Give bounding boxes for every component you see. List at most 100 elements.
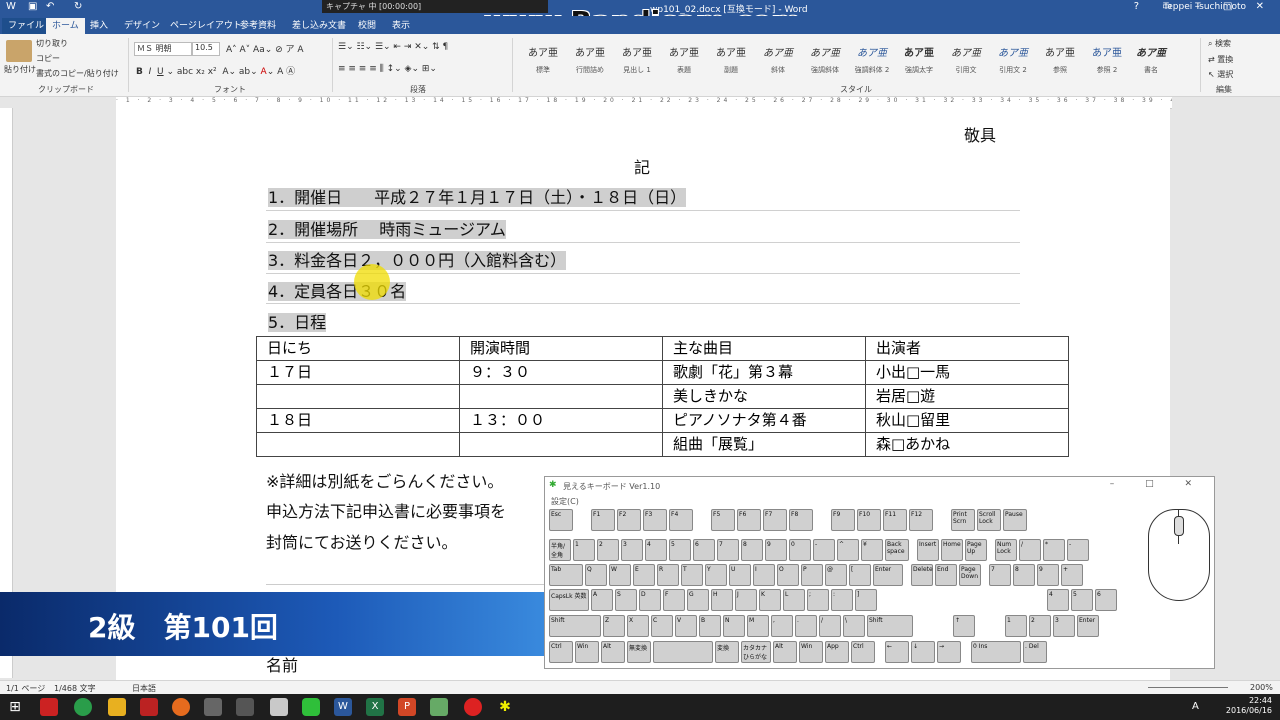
table-cell[interactable]: 森□あかね <box>865 432 1069 457</box>
keyboard-key[interactable]: / <box>819 615 841 637</box>
keyboard-menu[interactable]: 設定(C) <box>551 496 579 507</box>
powerpoint-icon[interactable]: P <box>398 698 416 716</box>
folder-icon[interactable] <box>108 698 126 716</box>
keyboard-key[interactable]: Alt <box>773 641 797 663</box>
word-app-icon[interactable]: W <box>6 1 16 12</box>
table-cell[interactable]: １７日 <box>256 360 460 385</box>
keyboard-key[interactable]: 2 <box>1029 615 1051 637</box>
keyboard-key[interactable]: O <box>777 564 799 586</box>
table-cell[interactable]: ピアノソナタ第４番 <box>662 408 866 433</box>
style-tile[interactable]: あア亜 表題 <box>661 42 707 76</box>
keyboard-key[interactable]: @ <box>825 564 847 586</box>
paste-button[interactable]: 貼り付け <box>4 64 36 75</box>
keyboard-key[interactable]: F4 <box>669 509 693 531</box>
keyboard-key[interactable]: K <box>759 589 781 611</box>
keyboard-key[interactable]: Shift <box>867 615 913 637</box>
keyboard-key[interactable]: 3 <box>1053 615 1075 637</box>
keyboard-window-controls[interactable]: – □ ✕ <box>1110 479 1206 489</box>
keyboard-key[interactable]: X <box>627 615 649 637</box>
style-tile[interactable]: あア亜 見出し 1 <box>614 42 660 76</box>
keyboard-key[interactable]: H <box>711 589 733 611</box>
excel-icon[interactable]: X <box>366 698 384 716</box>
keyboard-key[interactable]: 2 <box>597 539 619 561</box>
table-cell[interactable] <box>256 432 460 457</box>
paste-icon[interactable] <box>6 40 32 62</box>
table-cell[interactable]: ９：３０ <box>459 360 663 385</box>
tab-mailings[interactable]: 差し込み文書 <box>286 18 352 34</box>
keyboard-key[interactable]: - <box>1067 539 1089 561</box>
keyboard-key[interactable]: E <box>633 564 655 586</box>
keyboard-key[interactable]: / <box>1019 539 1041 561</box>
keyboard-key[interactable]: Scroll Lock <box>977 509 1001 531</box>
table-cell[interactable]: 美しきかな <box>662 384 866 409</box>
table-cell[interactable]: 岩居□遊 <box>865 384 1069 409</box>
keyboard-key[interactable]: Ctrl <box>851 641 875 663</box>
keyboard-key[interactable]: Esc <box>549 509 573 531</box>
keyboard-key[interactable]: J <box>735 589 757 611</box>
tab-insert[interactable]: 挿入 <box>84 18 114 34</box>
keyboard-key[interactable]: \ <box>843 615 865 637</box>
keyboard-key[interactable]: 8 <box>741 539 763 561</box>
keyboard-key[interactable]: ↑ <box>953 615 975 637</box>
keyboard-key[interactable]: P <box>801 564 823 586</box>
keyboard-key[interactable]: L <box>783 589 805 611</box>
save-icon[interactable]: ▣ <box>28 1 37 12</box>
keyboard-key[interactable]: ← <box>885 641 909 663</box>
word-count[interactable]: 1/468 文字 <box>54 683 96 694</box>
table-cell[interactable]: 組曲「展覧」 <box>662 432 866 457</box>
keyboard-key[interactable]: * <box>1043 539 1065 561</box>
zoom-level[interactable]: 200% <box>1250 683 1273 692</box>
keyboard-key[interactable]: Page Up <box>965 539 987 561</box>
table-cell[interactable]: 秋山□留里 <box>865 408 1069 433</box>
keyboard-key[interactable]: , <box>771 615 793 637</box>
keyboard-key[interactable]: G <box>687 589 709 611</box>
taskbar-app-icon[interactable] <box>40 698 58 716</box>
keyboard-key[interactable]: Alt <box>601 641 625 663</box>
list-buttons[interactable]: ☰⌄ ☷⌄ ☰⌄ ⇤ ⇥ ✕⌄ ⇅ ¶ <box>338 42 448 52</box>
schedule-table[interactable]: 日にち 開演時間 主な曲目 出演者 １７日 ９：３０ 歌劇「花」第３幕 小出□一… <box>256 336 1069 457</box>
keyboard-key[interactable]: M <box>747 615 769 637</box>
keyboard-key[interactable]: W <box>609 564 631 586</box>
keyboard-key[interactable]: I <box>753 564 775 586</box>
keyboard-key[interactable]: ; <box>807 589 829 611</box>
keyboard-key[interactable]: 9 <box>765 539 787 561</box>
keyboard-key[interactable]: 1 <box>573 539 595 561</box>
keyboard-key[interactable]: F8 <box>789 509 813 531</box>
window-controls[interactable]: ? ▭ – □ ✕ <box>1134 1 1274 12</box>
page-count[interactable]: 1/1 ページ <box>6 683 45 694</box>
replace-button[interactable]: ⇄ 置換 <box>1208 54 1233 65</box>
keyboard-key[interactable]: 半角/全角 <box>549 539 571 561</box>
style-tile[interactable]: あア亜 強調太字 <box>896 42 942 76</box>
keyboard-key[interactable]: . <box>795 615 817 637</box>
keyboard-key[interactable]: : <box>831 589 853 611</box>
keyboard-key[interactable]: 無変換 <box>627 641 651 663</box>
keyboard-key[interactable]: 5 <box>1071 589 1093 611</box>
keyboard-key[interactable]: S <box>615 589 637 611</box>
keyboard-key[interactable]: → <box>937 641 961 663</box>
clock[interactable]: 22:44 2016/06/16 <box>1226 696 1272 716</box>
keyboard-key[interactable]: 6 <box>693 539 715 561</box>
keyboard-key[interactable]: T <box>681 564 703 586</box>
keyboard-key[interactable]: F11 <box>883 509 907 531</box>
alignment-buttons[interactable]: ≡ ≡ ≡ ≡ ⫼ ↕⌄ ◈⌄ ⊞⌄ <box>338 64 437 74</box>
taskbar-app-icon[interactable] <box>430 698 448 716</box>
keyboard-key[interactable]: F10 <box>857 509 881 531</box>
keyboard-key[interactable]: Pause <box>1003 509 1027 531</box>
keyboard-key[interactable]: ¥ <box>861 539 883 561</box>
table-cell[interactable]: 小出□一馬 <box>865 360 1069 385</box>
keyboard-key[interactable]: D <box>639 589 661 611</box>
table-cell[interactable] <box>256 384 460 409</box>
copy-button[interactable]: コピー <box>36 53 60 64</box>
taskbar-app-icon[interactable] <box>270 698 288 716</box>
style-tile[interactable]: あア亜 引用文 2 <box>990 42 1036 76</box>
table-cell[interactable]: １８日 <box>256 408 460 433</box>
tab-references[interactable]: 参考資料 <box>234 18 282 34</box>
keyboard-key[interactable]: Back space <box>885 539 909 561</box>
tab-home[interactable]: ホーム <box>46 18 85 34</box>
keyboard-key[interactable]: End <box>935 564 957 586</box>
zoom-slider[interactable] <box>1148 687 1228 688</box>
tab-view[interactable]: 表示 <box>386 18 416 34</box>
line-icon[interactable] <box>302 698 320 716</box>
keyboard-key[interactable]: Enter <box>873 564 903 586</box>
calculator-icon[interactable] <box>236 698 254 716</box>
